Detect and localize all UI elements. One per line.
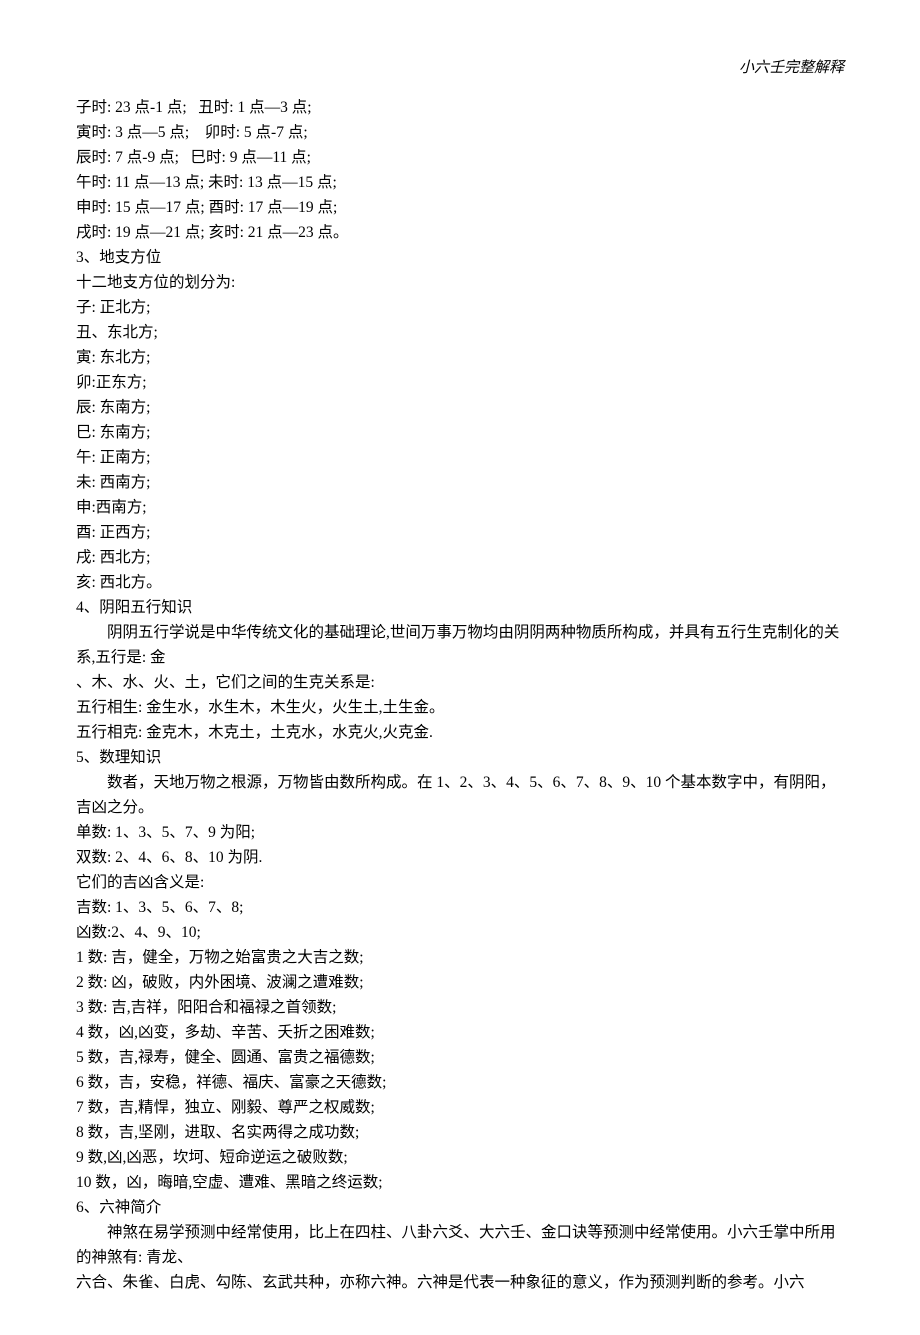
text-line-d-0: 六合、朱雀、白虎、勾陈、玄武共种，亦称六神。六神是代表一种象征的意义，作为预测判… <box>76 1270 844 1295</box>
text-line-c-3: 吉数: 1、3、5、6、7、8; <box>76 895 844 920</box>
text-line-b-0: 、木、水、火、土，它们之间的生克关系是: <box>76 670 844 695</box>
text-line-8: 子: 正北方; <box>76 295 844 320</box>
text-line-3: 午时: 11 点—13 点; 未时: 13 点—15 点; <box>76 170 844 195</box>
text-line-1: 寅时: 3 点—5 点; 卯时: 5 点-7 点; <box>76 120 844 145</box>
text-line-c-5: 1 数: 吉，健全，万物之始富贵之大吉之数; <box>76 945 844 970</box>
text-line-7: 十二地支方位的划分为: <box>76 270 844 295</box>
para-wuxing: 阴阴五行学说是中华传统文化的基础理论,世间万事万物均由阴阴两种物质所构成，并具有… <box>76 620 844 670</box>
text-line-20: 4、阴阳五行知识 <box>76 595 844 620</box>
text-line-b-1: 五行相生: 金生水，水生木，木生火，火生土,土生金。 <box>76 695 844 720</box>
text-line-c-8: 4 数，凶,凶变，多劫、辛苦、夭折之困难数; <box>76 1020 844 1045</box>
text-line-c-10: 6 数，吉，安稳，祥德、福庆、富豪之天德数; <box>76 1070 844 1095</box>
text-line-18: 戌: 西北方; <box>76 545 844 570</box>
text-line-10: 寅: 东北方; <box>76 345 844 370</box>
text-line-19: 亥: 西北方。 <box>76 570 844 595</box>
text-line-c-15: 6、六神简介 <box>76 1195 844 1220</box>
para-shuli: 数者，天地万物之根源，万物皆由数所构成。在 1、2、3、4、5、6、7、8、9、… <box>76 770 844 820</box>
para-liushen: 神煞在易学预测中经常使用，比上在四柱、八卦六爻、大六壬、金口诀等预测中经常使用。… <box>76 1220 844 1270</box>
text-line-15: 未: 西南方; <box>76 470 844 495</box>
text-line-c-6: 2 数: 凶，破败，内外困境、波澜之遭难数; <box>76 970 844 995</box>
text-line-c-1: 双数: 2、4、6、8、10 为阴. <box>76 845 844 870</box>
text-line-16: 申:西南方; <box>76 495 844 520</box>
text-line-2: 辰时: 7 点-9 点; 巳时: 9 点—11 点; <box>76 145 844 170</box>
text-line-c-11: 7 数，吉,精悍，独立、刚毅、尊严之权威数; <box>76 1095 844 1120</box>
text-line-c-7: 3 数: 吉,吉祥，阳阳合和福禄之首领数; <box>76 995 844 1020</box>
text-line-b-3: 5、数理知识 <box>76 745 844 770</box>
text-line-17: 酉: 正西方; <box>76 520 844 545</box>
text-line-c-13: 9 数,凶,凶恶，坎坷、短命逆运之破败数; <box>76 1145 844 1170</box>
text-line-12: 辰: 东南方; <box>76 395 844 420</box>
text-line-14: 午: 正南方; <box>76 445 844 470</box>
text-line-4: 申时: 15 点—17 点; 酉时: 17 点—19 点; <box>76 195 844 220</box>
text-line-11: 卯:正东方; <box>76 370 844 395</box>
text-line-c-2: 它们的吉凶含义是: <box>76 870 844 895</box>
text-line-5: 戌时: 19 点—21 点; 亥时: 21 点—23 点。 <box>76 220 844 245</box>
text-line-c-4: 凶数:2、4、9、10; <box>76 920 844 945</box>
text-line-c-12: 8 数，吉,坚刚，进取、名实两得之成功数; <box>76 1120 844 1145</box>
text-line-c-0: 单数: 1、3、5、7、9 为阳; <box>76 820 844 845</box>
text-line-c-9: 5 数，吉,禄寿，健全、圆通、富贵之福德数; <box>76 1045 844 1070</box>
text-line-9: 丑、东北方; <box>76 320 844 345</box>
text-line-13: 巳: 东南方; <box>76 420 844 445</box>
text-line-c-14: 10 数，凶，晦暗,空虚、遭难、黑暗之终运数; <box>76 1170 844 1195</box>
text-line-b-2: 五行相克: 金克木，木克土，土克水，水克火,火克金. <box>76 720 844 745</box>
page-header: 小六壬完整解释 <box>76 56 844 81</box>
text-line-0: 子时: 23 点-1 点; 丑时: 1 点—3 点; <box>76 95 844 120</box>
text-line-6: 3、地支方位 <box>76 245 844 270</box>
